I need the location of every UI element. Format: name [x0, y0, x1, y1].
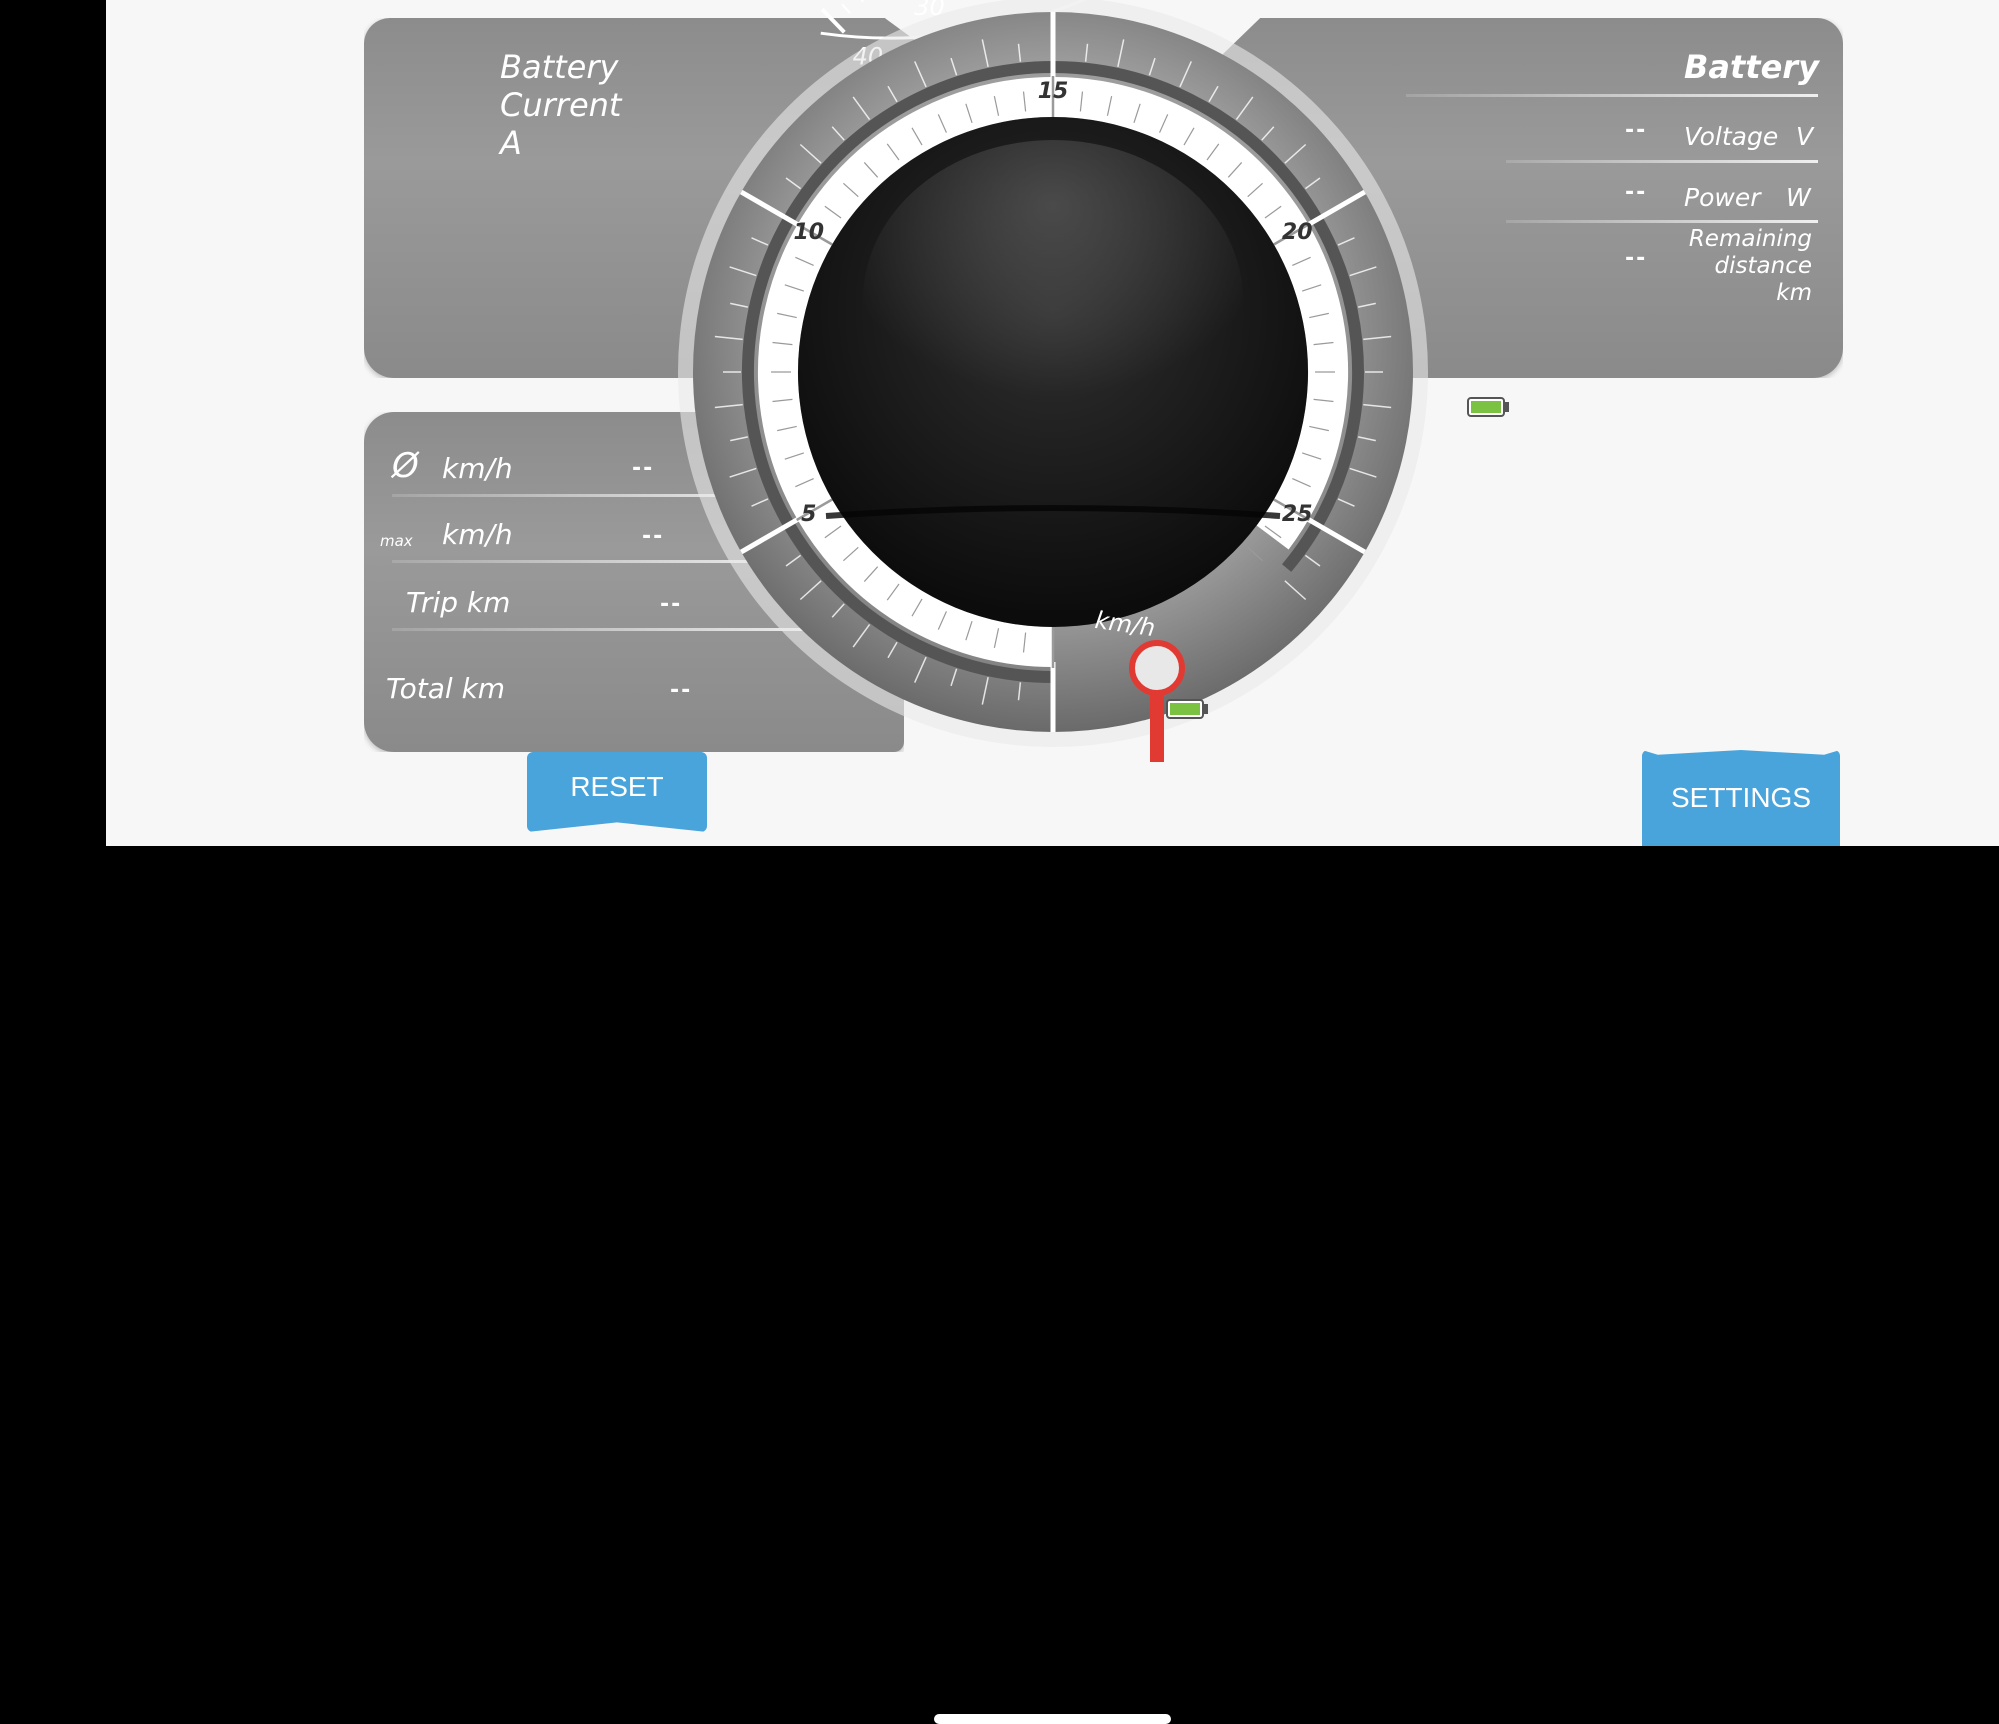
reset-button[interactable]: RESET	[527, 752, 707, 832]
speed-scale-label: 5	[801, 502, 816, 527]
speed-scale-label: 20	[1282, 220, 1313, 245]
system-navigation-bar	[0, 846, 1999, 1724]
home-gesture-handle[interactable]	[934, 1714, 1171, 1724]
speed-needle-hub	[1129, 640, 1185, 696]
speedometer-glare	[863, 140, 1243, 460]
battery-icon	[1166, 699, 1208, 719]
settings-button[interactable]: SETTINGS	[1642, 750, 1840, 846]
speed-scale-label: 25	[1282, 502, 1313, 527]
speed-scale-label: 15	[1038, 79, 1069, 104]
battery-level-icon	[1467, 397, 1509, 417]
speedometer: 510152025 km/h	[678, 0, 1509, 762]
app-screen: Battery Current A 403020100-10 Battery -…	[106, 0, 1999, 846]
speed-scale-label: 10	[793, 220, 824, 245]
